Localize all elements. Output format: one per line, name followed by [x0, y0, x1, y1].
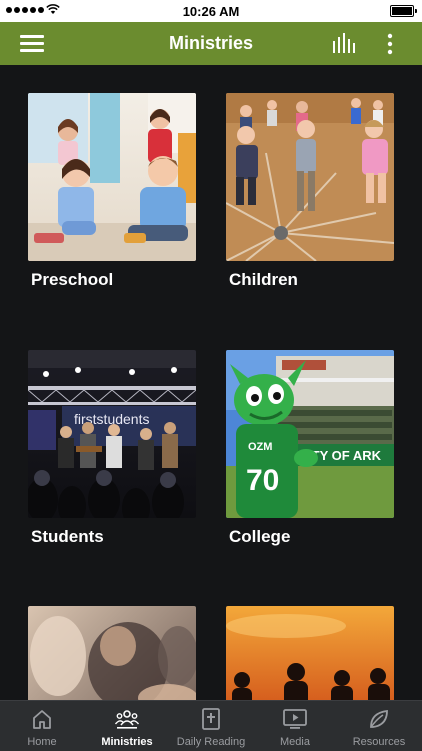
- tab-label: Ministries: [101, 736, 153, 748]
- tab-ministries[interactable]: Ministries: [85, 701, 169, 751]
- ministry-card-5[interactable]: [28, 606, 196, 700]
- battery-icon: [390, 5, 417, 17]
- svg-text:70: 70: [246, 464, 279, 497]
- college-photo: RSITY OF ARK OZM 70: [226, 350, 394, 518]
- ministry-card-6[interactable]: [226, 606, 394, 700]
- ministry-card-children[interactable]: Children: [226, 93, 394, 289]
- ministry-label: Children: [229, 270, 298, 289]
- more-options-icon[interactable]: [382, 32, 398, 56]
- ministry-card-preschool[interactable]: Preschool: [28, 93, 196, 289]
- tab-home[interactable]: Home: [0, 701, 84, 751]
- ministry-card-college[interactable]: RSITY OF ARK OZM 70 College: [226, 350, 394, 546]
- preschool-photo: [28, 93, 196, 261]
- bible-icon: [202, 708, 220, 730]
- tab-daily-reading[interactable]: Daily Reading: [169, 701, 253, 751]
- tab-label: Home: [27, 736, 57, 748]
- people-icon: [115, 710, 139, 729]
- ministry-label: Students: [31, 527, 104, 546]
- tab-label: Daily Reading: [176, 736, 246, 748]
- page-title: Ministries: [168, 33, 254, 53]
- nav-bar: Ministries: [0, 22, 422, 65]
- status-time: 10:26 AM: [182, 4, 240, 19]
- tab-label: Resources: [352, 736, 406, 748]
- ministry-6-photo: [226, 606, 394, 700]
- home-icon: [33, 710, 51, 729]
- play-icon: [283, 709, 307, 729]
- ministries-grid: Preschool Children firststudents Student…: [0, 65, 422, 700]
- tab-label: Media: [280, 736, 310, 748]
- ministry-label: College: [229, 527, 291, 546]
- audio-levels-icon[interactable]: [332, 33, 356, 53]
- ministry-5-photo: [28, 606, 196, 700]
- status-bar: 10:26 AM: [0, 0, 422, 22]
- ministry-label: Preschool: [31, 270, 114, 289]
- svg-text:OZM: OZM: [248, 441, 272, 453]
- children-photo: [226, 93, 394, 261]
- leaf-icon: [370, 709, 388, 728]
- tab-resources[interactable]: Resources: [337, 701, 421, 751]
- ministry-card-students[interactable]: firststudents Students: [28, 350, 196, 546]
- tab-bar: Home Ministries Daily Reading Media Reso…: [0, 700, 422, 751]
- students-photo: firststudents: [28, 350, 196, 518]
- tab-media[interactable]: Media: [253, 701, 337, 751]
